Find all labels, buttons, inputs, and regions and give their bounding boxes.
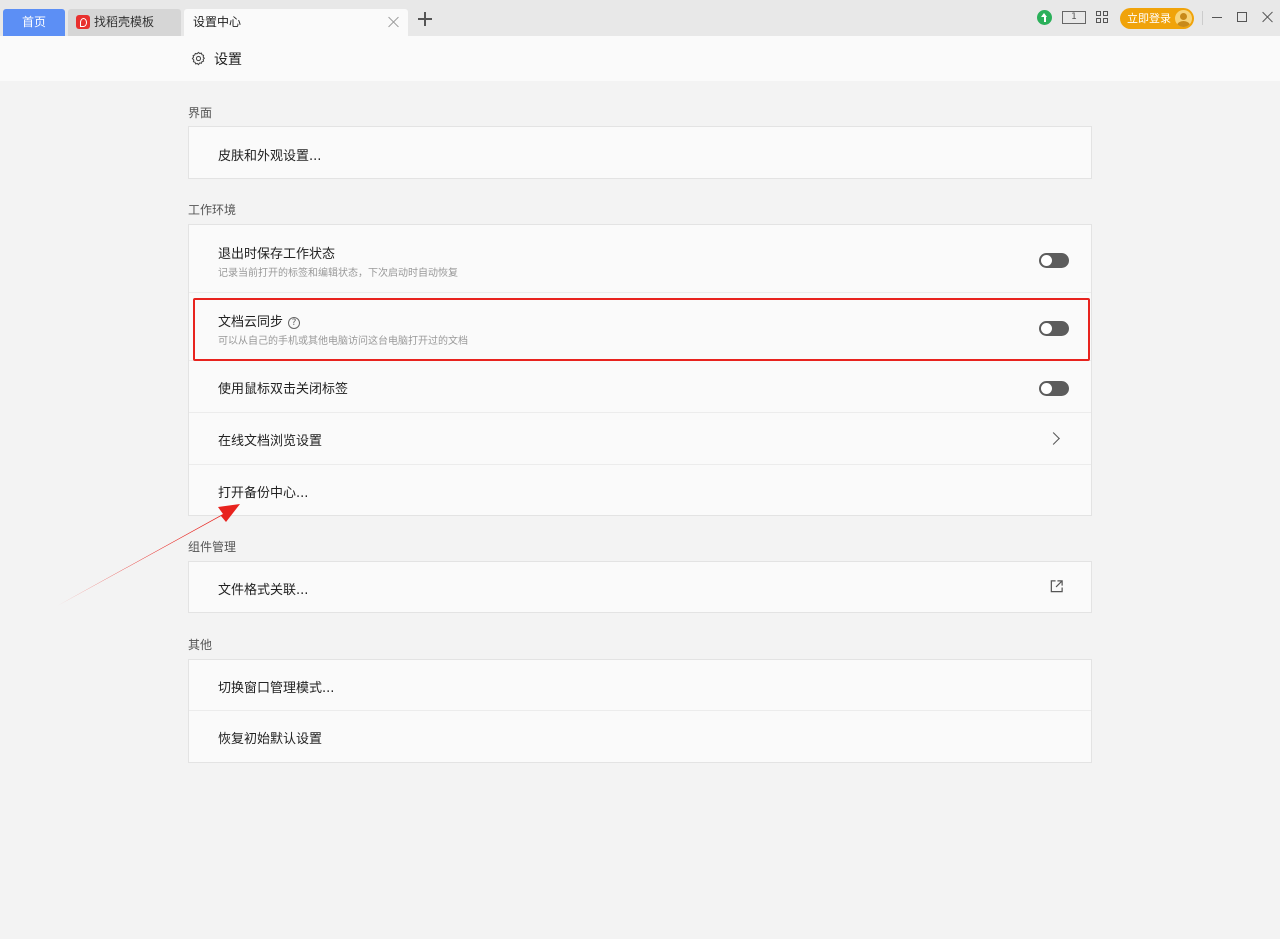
save-state-on-exit-item: 退出时保存工作状态 记录当前打开的标签和编辑状态，下次启动时自动恢复 <box>189 225 1091 293</box>
minimize-icon[interactable] <box>1212 17 1222 18</box>
double-click-close-toggle[interactable] <box>1039 381 1069 396</box>
maximize-icon[interactable] <box>1237 12 1247 22</box>
section-label-interface: 界面 <box>188 106 213 120</box>
file-format-association-item[interactable]: 文件格式关联... <box>189 562 1091 612</box>
section-label-other: 其他 <box>188 638 213 652</box>
tab-bar: 首页 找稻壳模板 设置中心 1 立即登录 <box>0 0 1280 36</box>
tab-template-label: 找稻壳模板 <box>94 15 155 29</box>
skin-appearance-settings-item[interactable]: 皮肤和外观设置... <box>189 127 1091 178</box>
tab-settings-label: 设置中心 <box>193 15 242 29</box>
avatar-icon <box>1175 10 1192 27</box>
tab-settings[interactable]: 设置中心 <box>184 9 408 36</box>
docer-logo-icon <box>76 15 90 29</box>
divider <box>1202 11 1203 25</box>
item-label: 使用鼠标双击关闭标签 <box>218 382 349 397</box>
window-close-icon[interactable] <box>1262 11 1274 23</box>
close-tab-icon[interactable] <box>388 16 400 28</box>
upload-icon[interactable] <box>1037 10 1052 25</box>
item-description: 记录当前打开的标签和编辑状态，下次启动时自动恢复 <box>218 268 458 279</box>
item-label: 退出时保存工作状态 <box>218 247 336 262</box>
item-label: 皮肤和外观设置... <box>218 149 322 164</box>
save-state-toggle[interactable] <box>1039 253 1069 268</box>
page-title: 设置 <box>214 52 242 68</box>
double-click-close-tab-item: 使用鼠标双击关闭标签 <box>189 361 1091 413</box>
tab-home[interactable]: 首页 <box>3 9 65 36</box>
online-doc-browse-settings-item[interactable]: 在线文档浏览设置 <box>189 413 1091 465</box>
restore-defaults-item[interactable]: 恢复初始默认设置 <box>189 711 1091 762</box>
highlight-box <box>193 298 1090 361</box>
open-backup-center-item[interactable]: 打开备份中心... <box>189 465 1091 515</box>
chevron-right-icon <box>1047 432 1060 445</box>
card-interface: 皮肤和外观设置... <box>188 126 1092 179</box>
item-label: 文件格式关联... <box>218 583 309 598</box>
item-label: 在线文档浏览设置 <box>218 434 323 449</box>
login-button[interactable]: 立即登录 <box>1120 8 1194 29</box>
tab-template[interactable]: 找稻壳模板 <box>68 9 181 36</box>
gear-icon <box>191 51 206 66</box>
switch-window-mode-item[interactable]: 切换窗口管理模式... <box>189 660 1091 711</box>
item-label: 恢复初始默认设置 <box>218 732 323 747</box>
section-label-workspace: 工作环境 <box>188 203 237 217</box>
card-components: 文件格式关联... <box>188 561 1092 613</box>
login-label: 立即登录 <box>1127 12 1171 25</box>
card-other: 切换窗口管理模式... 恢复初始默认设置 <box>188 659 1092 763</box>
grid-apps-icon[interactable] <box>1096 11 1109 24</box>
settings-header: 设置 <box>0 36 1280 81</box>
screen-mode-icon[interactable]: 1 <box>1062 11 1086 24</box>
new-tab-icon[interactable] <box>418 12 432 26</box>
item-label: 打开备份中心... <box>218 486 309 501</box>
external-link-icon <box>1050 580 1063 593</box>
card-workspace: 退出时保存工作状态 记录当前打开的标签和编辑状态，下次启动时自动恢复 文档云同步… <box>188 224 1092 516</box>
section-label-components: 组件管理 <box>188 540 237 554</box>
item-label: 切换窗口管理模式... <box>218 681 335 696</box>
